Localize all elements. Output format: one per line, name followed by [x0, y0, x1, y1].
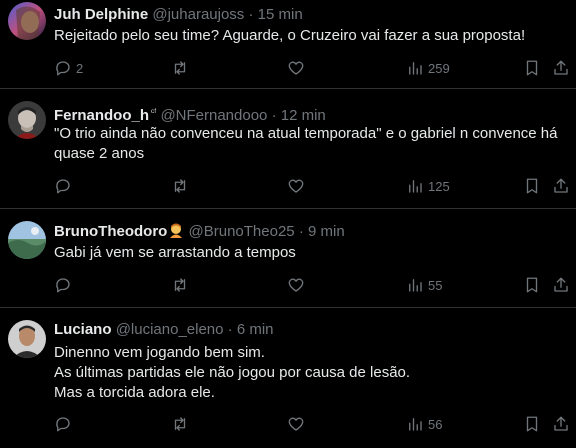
reply-button[interactable]	[54, 414, 76, 434]
separator-dot: ·	[298, 223, 304, 240]
author-name[interactable]: Juh Delphine	[54, 6, 148, 23]
heart-icon	[288, 61, 304, 75]
share-icon	[554, 277, 568, 292]
views-icon	[409, 279, 422, 292]
reply-icon	[56, 278, 70, 293]
avatar[interactable]	[8, 101, 46, 139]
separator-dot: ·	[248, 6, 254, 23]
bookmark-icon	[526, 416, 538, 432]
tweet-text-line: "O trio ainda não convenceu na atual tem…	[54, 125, 558, 142]
share-button[interactable]	[552, 275, 570, 295]
views-icon	[409, 180, 422, 193]
tweet-header: Fernandoo_h ᶜᶠ @NFernandooo · 12 min	[54, 103, 326, 125]
author-name[interactable]: Luciano	[54, 321, 112, 338]
views-count: 55	[428, 277, 443, 293]
reply-button[interactable]: 2	[54, 58, 83, 78]
heart-icon	[288, 179, 304, 193]
name-suffix: ᶜᶠ	[151, 107, 157, 117]
like-button[interactable]	[287, 414, 309, 434]
avatar[interactable]	[8, 2, 46, 40]
views-count: 259	[428, 60, 450, 76]
bookmark-button[interactable]	[523, 58, 541, 78]
share-button[interactable]	[552, 176, 570, 196]
tweet-text-line: quase 2 anos	[54, 145, 145, 162]
tweet-text: Rejeitado pelo seu time? Aguarde, o Cruz…	[54, 26, 564, 46]
views-button[interactable]: 259	[406, 58, 450, 78]
action-bar: 2 259	[54, 58, 568, 78]
reply-button[interactable]	[54, 176, 76, 196]
reply-feed: Juh Delphine @juharaujoss · 15 min Rejei…	[0, 0, 576, 432]
bookmark-button[interactable]	[523, 176, 541, 196]
person-bowing-emoji-icon	[170, 223, 183, 238]
tweet-text: "O trio ainda não convenceu na atual tem…	[54, 124, 564, 164]
timestamp[interactable]: 15 min	[258, 6, 303, 23]
heart-icon	[288, 278, 304, 292]
tweet[interactable]: BrunoTheodoro @BrunoTheo25 · 9 min Gabi …	[0, 209, 576, 308]
views-icon	[409, 62, 422, 75]
author-name[interactable]: BrunoTheodoro	[54, 223, 167, 240]
tweet-text-line: Rejeitado pelo seu time? Aguarde, o Cruz…	[54, 27, 526, 44]
reply-icon	[56, 417, 70, 432]
avatar[interactable]	[8, 320, 46, 358]
timestamp[interactable]: 6 min	[237, 321, 274, 338]
retweet-icon	[174, 417, 186, 431]
tweet[interactable]: Juh Delphine @juharaujoss · 15 min Rejei…	[0, 0, 576, 89]
tweet-text-line: Mas a torcida adora ele.	[54, 384, 215, 401]
author-handle[interactable]: @luciano_eleno	[116, 321, 224, 338]
bookmark-icon	[526, 277, 538, 293]
tweet[interactable]: Fernandoo_h ᶜᶠ @NFernandooo · 12 min "O t…	[0, 89, 576, 209]
tweet-text: Gabi já vem se arrastando a tempos	[54, 243, 564, 263]
author-handle[interactable]: @BrunoTheo25	[189, 223, 295, 240]
reply-icon	[56, 61, 70, 76]
views-button[interactable]: 125	[406, 176, 450, 196]
reply-count: 2	[76, 60, 84, 76]
retweet-icon	[174, 278, 186, 292]
action-bar: 56	[54, 414, 568, 434]
retweet-button[interactable]	[171, 176, 193, 196]
like-button[interactable]	[287, 275, 309, 295]
tweet[interactable]: Luciano @luciano_eleno · 6 min Dinenno v…	[0, 308, 576, 448]
share-icon	[554, 178, 568, 193]
timestamp[interactable]: 9 min	[308, 223, 345, 240]
share-icon	[554, 416, 568, 431]
retweet-button[interactable]	[171, 275, 193, 295]
views-button[interactable]: 55	[406, 275, 442, 295]
reply-icon	[56, 179, 70, 194]
tweet-text-line: As últimas partidas ele não jogou por ca…	[54, 364, 411, 381]
views-icon	[409, 418, 422, 431]
share-button[interactable]	[552, 58, 570, 78]
retweet-button[interactable]	[171, 414, 193, 434]
heart-icon	[288, 417, 304, 431]
action-bar: 55	[54, 275, 568, 295]
tweet-header: Juh Delphine @juharaujoss · 15 min	[54, 6, 303, 24]
tweet-text-line: Gabi já vem se arrastando a tempos	[54, 244, 296, 261]
like-button[interactable]	[287, 58, 309, 78]
retweet-icon	[174, 179, 186, 193]
share-button[interactable]	[552, 414, 570, 434]
timestamp[interactable]: 12 min	[281, 107, 326, 124]
views-count: 56	[428, 416, 443, 432]
tweet-header: Luciano @luciano_eleno · 6 min	[54, 321, 274, 339]
avatar[interactable]	[8, 221, 46, 259]
bookmark-button[interactable]	[523, 414, 541, 434]
separator-dot: ·	[271, 107, 277, 124]
tweet-header: BrunoTheodoro @BrunoTheo25 · 9 min	[54, 222, 345, 241]
retweet-button[interactable]	[171, 58, 193, 78]
bookmark-button[interactable]	[523, 275, 541, 295]
views-button[interactable]: 56	[406, 414, 442, 434]
action-bar: 125	[54, 176, 568, 196]
author-name[interactable]: Fernandoo_h	[54, 107, 149, 124]
like-button[interactable]	[287, 176, 309, 196]
tweet-text-line: Dinenno vem jogando bem sim.	[54, 344, 265, 361]
views-count: 125	[428, 178, 450, 194]
share-icon	[554, 60, 568, 75]
author-handle[interactable]: @juharaujoss	[152, 6, 244, 23]
bookmark-icon	[526, 178, 538, 194]
reply-button[interactable]	[54, 275, 76, 295]
bookmark-icon	[526, 60, 538, 76]
retweet-icon	[174, 61, 186, 75]
separator-dot: ·	[227, 321, 233, 338]
author-handle[interactable]: @NFernandooo	[160, 107, 267, 124]
tweet-text: Dinenno vem jogando bem sim. As últimas …	[54, 343, 564, 403]
